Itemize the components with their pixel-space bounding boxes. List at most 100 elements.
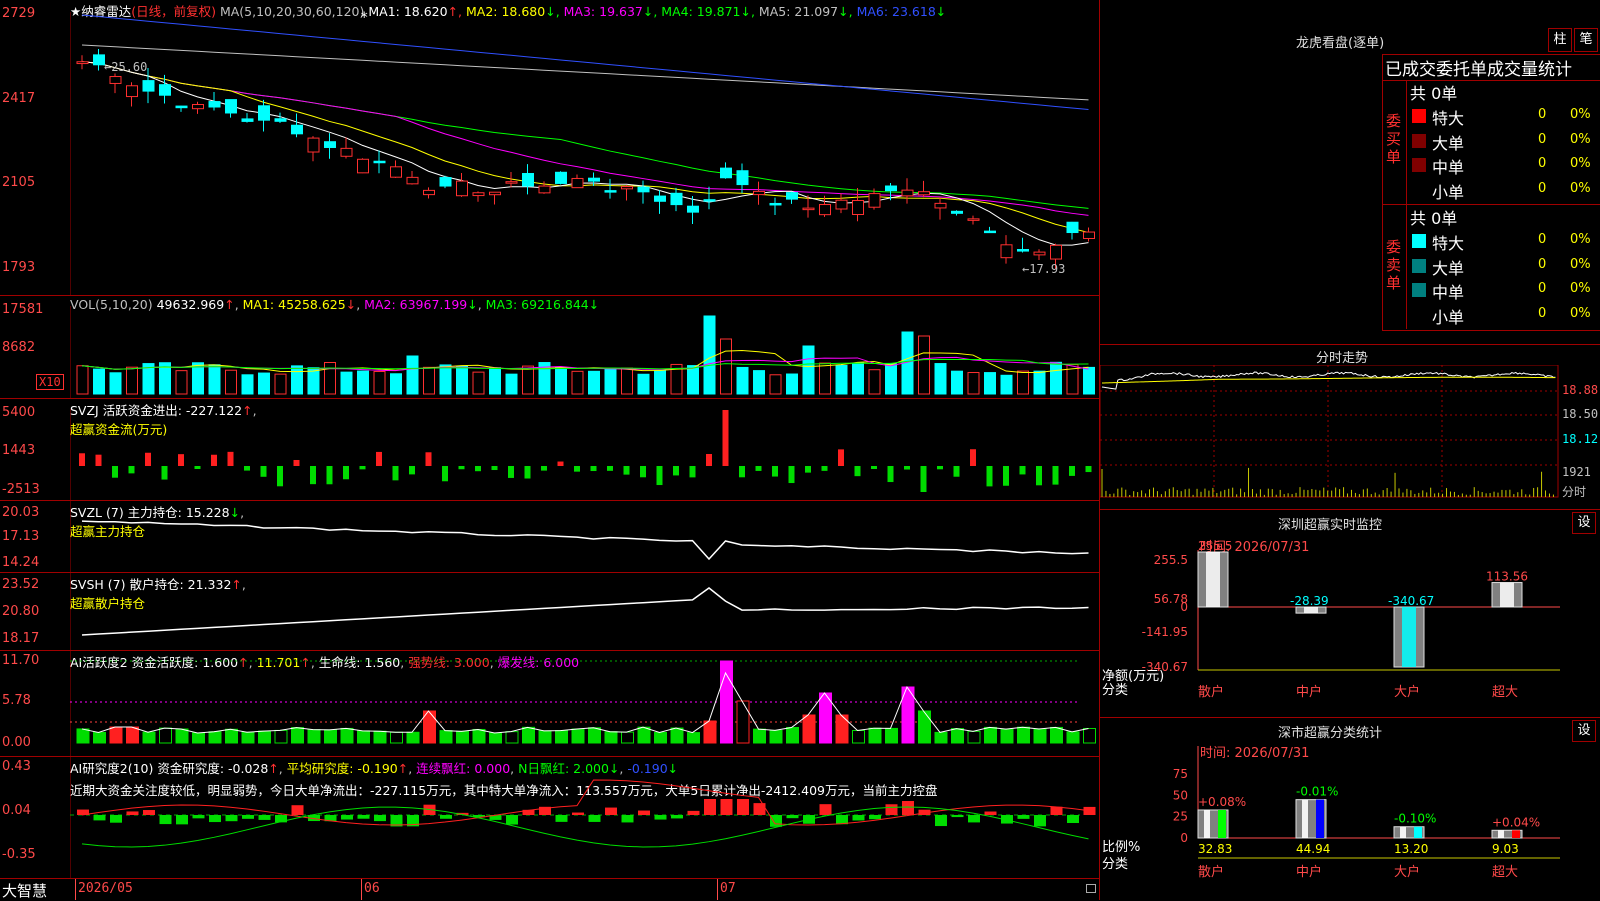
buy-total: 共 0单 <box>1410 84 1458 103</box>
monitor-panel[interactable]: 深圳超赢实时监控 设 时间: 2026/07/31 255.5 56.78 0 -14… <box>1100 510 1600 718</box>
date-divider-1 <box>75 879 76 900</box>
svzl-panel[interactable]: 20.03 17.13 14.24 SVZL (7) 主力持仓: 15.228↓… <box>0 501 1099 573</box>
candle-body <box>1033 251 1046 256</box>
ai-res-bar <box>902 801 914 815</box>
order-color-swatch <box>1412 133 1426 148</box>
svzj-panel[interactable]: 5400 1443 -2513 SVZJ 活跃资金进出: -227.122↑, … <box>0 399 1099 501</box>
vol-bar <box>951 370 963 395</box>
order-row-2: 大单 0 0% <box>1408 254 1600 279</box>
classify-panel[interactable]: 深市超赢分类统计 设 时间: 2026/07/31 75 50 25 0 +0.08% 3… <box>1100 718 1600 900</box>
monitor-category: 中户 <box>1296 684 1322 700</box>
order-count: 0 <box>1538 305 1547 321</box>
svzj-bar <box>1085 466 1092 473</box>
candle-body <box>258 105 270 121</box>
candle-body <box>76 61 89 65</box>
ai-act-bar <box>720 660 733 744</box>
classify-change-label: +0.04% <box>1492 815 1540 829</box>
svzj-tick-2: 1443 <box>2 443 36 458</box>
svzl-chart <box>70 501 1089 573</box>
order-percent: 0% <box>1570 180 1591 196</box>
candle-body <box>868 193 881 208</box>
monitor-category: 散户 <box>1198 684 1224 700</box>
vol-bar <box>1000 374 1013 395</box>
ai-act-bar <box>208 731 222 744</box>
ai-act-bar <box>274 729 288 744</box>
classify-value-label: 9.03 <box>1492 842 1519 856</box>
candle-body <box>1066 221 1079 234</box>
candle-body <box>835 199 848 210</box>
ai-act-bar <box>571 728 585 744</box>
vol-bar <box>786 373 798 395</box>
candle-panel[interactable]: 2729 2417 2105 1793 ★纳睿雷达(日线，前复权) MA(5,1… <box>0 0 1099 296</box>
vol-bar <box>109 372 122 395</box>
ai-res-bar <box>126 811 139 815</box>
volume-panel[interactable]: 17581 8682 X10 VOL(5,10,20) 49632.969↑, … <box>0 296 1099 399</box>
svzj-bar <box>887 466 894 483</box>
classify-bar-shine <box>1302 799 1308 838</box>
ai-res-bar <box>291 805 304 815</box>
candle-body <box>472 192 485 197</box>
sell-rows: 特大 0 0% 大单 0 0% 中单 0 0% 小单 0 0% <box>1408 229 1600 327</box>
ai-act-bar <box>357 730 370 744</box>
bar-mode-button[interactable]: 柱 <box>1548 28 1572 52</box>
ai-act-bar <box>489 732 502 744</box>
vol-bar <box>390 373 402 395</box>
ai-res-bar <box>869 815 881 820</box>
ai-act-bar <box>769 729 783 744</box>
classify-category: 散户 <box>1198 864 1224 880</box>
ai-act-bar <box>621 731 634 744</box>
svzj-bar <box>392 466 399 481</box>
svzj-bar <box>953 466 960 477</box>
candle-body <box>456 180 468 197</box>
lock-icon[interactable] <box>1086 884 1096 893</box>
svzj-bar <box>161 466 168 480</box>
tick-mode-button[interactable]: 笔 <box>1574 28 1598 52</box>
vol-bar <box>505 373 518 395</box>
ai-research-chart <box>70 757 1096 879</box>
price-tick-2: 2417 <box>2 91 36 106</box>
order-percent: 0% <box>1570 305 1591 321</box>
svzj-bar <box>310 466 316 485</box>
candle-body <box>1017 249 1029 252</box>
candle-body <box>703 199 716 202</box>
candle-body <box>687 205 699 213</box>
ai-act-tick-2: 5.78 <box>2 693 31 708</box>
svsh-panel[interactable]: 23.52 20.80 18.17 SVSH (7) 散户持仓: 21.332↑… <box>0 573 1099 651</box>
candle-body <box>159 84 171 96</box>
ai-research-panel[interactable]: 0.43 0.04 -0.35 AI研究度2(10) 资金研究度: -0.028… <box>0 757 1099 879</box>
ai-res-bar <box>1034 815 1046 827</box>
order-color-swatch <box>1412 307 1426 322</box>
monitor-y-tick: 0 <box>1180 600 1188 614</box>
svzj-bar <box>524 466 531 479</box>
ai-activity-panel[interactable]: 11.70 5.78 0.00 AI活跃度2 资金活跃度: 1.600↑, 11… <box>0 651 1099 757</box>
order-type-label: 大单 <box>1432 258 1465 278</box>
ai-res-bar <box>819 804 832 815</box>
svzj-chart <box>70 409 1092 500</box>
ai-act-bar <box>472 728 486 744</box>
ai-act-bar <box>390 731 403 744</box>
ai-act-bar <box>654 732 667 744</box>
candle-body <box>901 189 914 197</box>
minute-panel[interactable]: 分时走势 18.88 18.50 18.12 1921 分时 <box>1100 345 1600 510</box>
ai-act-bar <box>93 731 106 744</box>
vol-bar <box>291 365 303 395</box>
ai-act-bar <box>258 730 271 744</box>
vol-bar <box>126 366 138 395</box>
vol-bar <box>1083 366 1095 395</box>
candlestick-chart[interactable] <box>70 10 1098 295</box>
vol-bar <box>1050 361 1062 395</box>
ai-res-bar <box>588 815 601 822</box>
price-tick-4: 1793 <box>2 260 36 275</box>
ai-act-tick-3: 0.00 <box>2 735 31 750</box>
vol-bar <box>621 367 633 395</box>
order-color-swatch <box>1412 234 1426 248</box>
vol-bar <box>274 373 287 395</box>
ai-res-bar <box>935 815 947 827</box>
svzj-bar <box>970 449 976 466</box>
svzj-bar <box>788 466 795 484</box>
brand-label[interactable]: 大智慧 <box>2 880 47 901</box>
ai-res-bar <box>687 810 700 815</box>
ai-res-bar <box>555 815 568 822</box>
ai-act-bar <box>588 727 601 744</box>
svzj-bar <box>739 466 745 478</box>
